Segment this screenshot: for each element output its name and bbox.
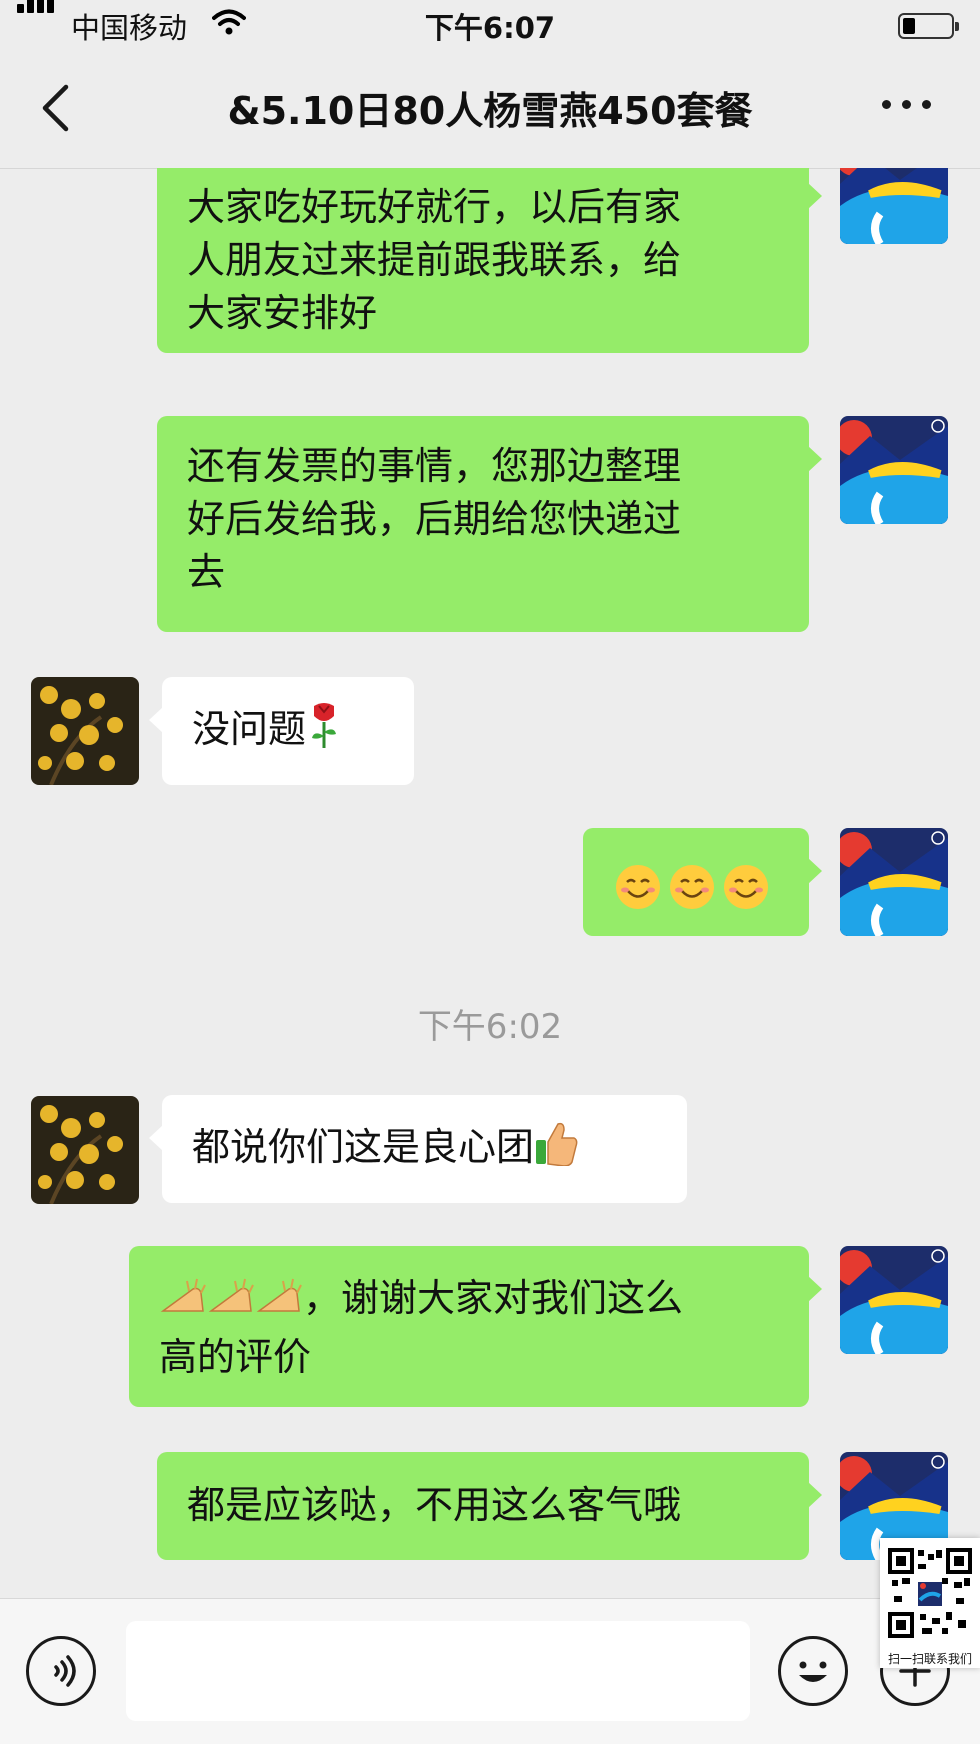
chat-timestamp: 下午6:02 <box>417 1007 563 1047</box>
message-list[interactable]: 大家吃好玩好就行，以后有家 人朋友过来提前跟我联系，给 大家安排好 还有发票的事… <box>0 168 980 1598</box>
status-time: 下午6:07 <box>424 11 556 45</box>
message-input[interactable] <box>126 1621 750 1721</box>
smile-icon <box>669 864 715 910</box>
chat-header: &5.10日80人杨雪燕450套餐 <box>0 50 980 169</box>
my-avatar[interactable] <box>840 828 948 936</box>
message-line: 都是应该哒，不用这么客气哦 <box>187 1483 682 1527</box>
thumbs-up-icon <box>534 1120 578 1180</box>
message-bubble-incoming[interactable]: 没问题 <box>149 677 414 785</box>
smile-icon <box>723 864 769 910</box>
message-line: 去 <box>187 550 226 594</box>
qr-code-overlay[interactable]: 扫一扫联系我们 <box>880 1538 980 1668</box>
my-avatar[interactable] <box>840 1246 948 1354</box>
message-bubble-outgoing[interactable]: 都是应该哒，不用这么客气哦 <box>157 1452 822 1560</box>
message-bubble-outgoing[interactable]: ，谢谢大家对我们这么 高的评价 <box>129 1246 822 1407</box>
message-line: 人朋友过来提前跟我联系，给 <box>187 238 682 282</box>
chat-title: &5.10日80人杨雪燕450套餐 <box>227 89 753 133</box>
message-line: 大家安排好 <box>187 291 378 335</box>
battery-icon <box>898 13 959 39</box>
message-bubble-outgoing[interactable] <box>583 828 822 936</box>
qr-caption: 扫一扫联系我们 <box>887 1652 972 1666</box>
contact-avatar[interactable] <box>31 677 139 785</box>
message-text: 没问题 <box>192 707 307 751</box>
input-bar <box>0 1598 980 1744</box>
qr-code-icon <box>886 1546 974 1642</box>
voice-input-icon[interactable] <box>26 1636 96 1706</box>
status-bar: 中国移动 下午6:07 <box>0 0 980 50</box>
contact-avatar[interactable] <box>31 1096 139 1204</box>
my-avatar[interactable] <box>840 416 948 524</box>
rose-icon <box>306 702 342 762</box>
smile-icon <box>615 864 661 910</box>
message-bubble-outgoing[interactable]: 还有发票的事情，您那边整理 好后发给我，后期给您快递过 去 <box>157 416 822 632</box>
message-line: 还有发票的事情，您那边整理 <box>187 444 682 488</box>
message-line: 好后发给我，后期给您快递过 <box>187 497 682 541</box>
message-line: ，谢谢大家对我们这么 <box>303 1276 684 1320</box>
my-avatar[interactable] <box>840 168 948 244</box>
message-bubble-outgoing[interactable]: 大家吃好玩好就行，以后有家 人朋友过来提前跟我联系，给 大家安排好 <box>157 168 822 353</box>
message-line: 高的评价 <box>159 1335 312 1379</box>
message-bubble-incoming[interactable]: 都说你们这是良心团 <box>149 1095 687 1203</box>
clapping-hands-icon <box>159 1277 207 1331</box>
clapping-hands-icon <box>207 1277 255 1331</box>
clapping-hands-icon <box>255 1277 303 1331</box>
message-text: 都说你们这是良心团 <box>192 1125 535 1169</box>
message-line: 大家吃好玩好就行，以后有家 <box>187 185 682 229</box>
emoji-picker-icon[interactable] <box>778 1636 848 1706</box>
